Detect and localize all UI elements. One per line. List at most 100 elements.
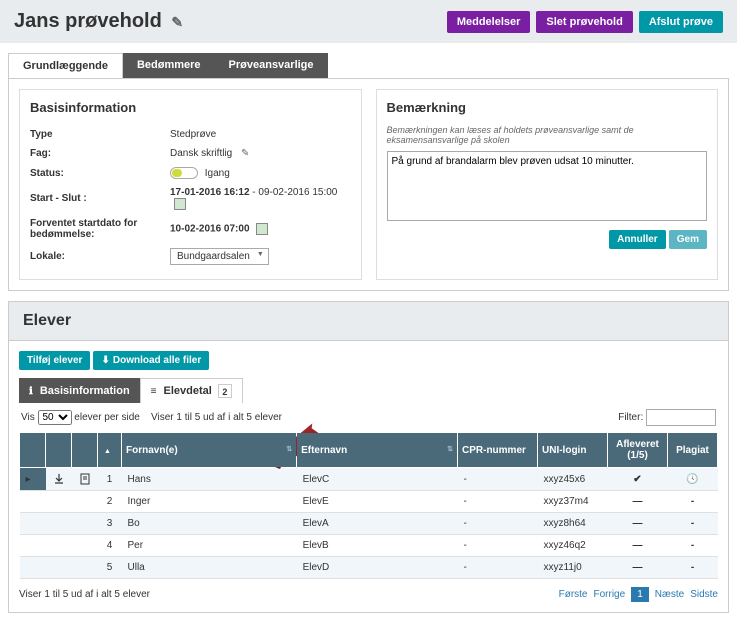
efternavn-cell: ElevE — [297, 491, 458, 513]
subtab-details[interactable]: Elevdetal2 — [140, 378, 243, 403]
cpr-cell: - — [458, 491, 538, 513]
tab-assessors[interactable]: Bedømmere — [123, 53, 215, 78]
page-first[interactable]: Første — [559, 589, 588, 600]
status-label: Status: — [30, 168, 170, 179]
table-row[interactable]: ▸ 1HansElevC-xxyz45x6✔ 🕓 — [20, 468, 718, 491]
lokale-dropdown[interactable]: Bundgaardsalen — [170, 248, 269, 265]
pagination: Første Forrige 1 Næste Sidste — [559, 587, 718, 602]
edit-title-icon[interactable]: ✎ — [171, 14, 183, 30]
subtab-basic[interactable]: Basisinformation — [19, 378, 140, 403]
plagiat-value: - — [691, 496, 694, 507]
efternavn-cell: ElevC — [297, 468, 458, 491]
page-prev[interactable]: Forrige — [594, 589, 626, 600]
bemaerkning-desc: Bemærkningen kan læses af holdets prøvea… — [387, 125, 708, 145]
lokale-label: Lokale: — [30, 251, 170, 262]
start-slut-value: 17-01-2016 16:12 - 09-02-2016 15:00 — [170, 187, 351, 210]
doc-row-icon[interactable] — [72, 491, 98, 513]
tab-responsible[interactable]: Prøveansvarlige — [215, 53, 328, 78]
tab-basic[interactable]: Grundlæggende — [8, 53, 123, 78]
delete-button[interactable]: Slet prøvehold — [536, 11, 632, 33]
row-index: 2 — [98, 491, 122, 513]
per-side-suffix: elever per side — [74, 412, 140, 423]
plagiat-value: - — [691, 518, 694, 529]
bemaerkning-title: Bemærkning — [387, 100, 708, 115]
status-toggle[interactable] — [170, 167, 198, 179]
bemaerkning-textarea[interactable]: På grund af brandalarm blev prøven udsat… — [387, 151, 708, 221]
table-row[interactable]: 4PerElevB-xxyz46q2—- — [20, 535, 718, 557]
uni-cell: xxyz46q2 — [538, 535, 608, 557]
doc-row-icon[interactable] — [72, 557, 98, 579]
plagiat-cell: 🕓 — [668, 468, 718, 491]
doc-row-icon[interactable] — [72, 535, 98, 557]
page-current: 1 — [631, 587, 649, 602]
result-text: Viser 1 til 5 ud af i alt 5 elever — [151, 412, 282, 423]
edit-fag-icon[interactable]: ✎ — [241, 148, 249, 159]
afleveret-cell: — — [608, 557, 668, 579]
filter-label: Filter: — [618, 412, 643, 423]
row-marker: ▸ — [20, 468, 46, 491]
col-plagiat[interactable]: Plagiat — [668, 433, 718, 468]
uni-cell: xxyz37m4 — [538, 491, 608, 513]
afleveret-cell: — — [608, 513, 668, 535]
forventet-value: 10-02-2016 07:00 — [170, 223, 351, 235]
col-marker — [20, 433, 46, 468]
col-fornavn[interactable]: Fornavn(e)⇅ — [122, 433, 297, 468]
badge-count: 2 — [218, 384, 232, 398]
add-students-button[interactable]: Tilføj elever — [19, 351, 90, 370]
efternavn-cell: ElevA — [297, 513, 458, 535]
fornavn-cell: Ulla — [122, 557, 297, 579]
col-afleveret[interactable]: Afleveret (1/5) — [608, 433, 668, 468]
filter-input[interactable] — [646, 409, 716, 426]
type-label: Type — [30, 129, 170, 140]
col-cpr[interactable]: CPR-nummer — [458, 433, 538, 468]
cpr-cell: - — [458, 468, 538, 491]
page-next[interactable]: Næste — [655, 589, 684, 600]
finish-button[interactable]: Afslut prøve — [639, 11, 723, 33]
row-index: 4 — [98, 535, 122, 557]
calendar-icon[interactable] — [174, 198, 186, 210]
col-uni[interactable]: UNI-login — [538, 433, 608, 468]
download-row-icon[interactable] — [46, 491, 72, 513]
doc-row-icon[interactable] — [72, 468, 98, 491]
download-row-icon[interactable] — [46, 535, 72, 557]
plagiat-cell: - — [668, 513, 718, 535]
download-all-button[interactable]: Download alle filer — [93, 351, 209, 370]
save-button[interactable]: Gem — [669, 230, 707, 249]
plagiat-cell: - — [668, 557, 718, 579]
table-row[interactable]: 2IngerElevE-xxyz37m4—- — [20, 491, 718, 513]
cpr-cell: - — [458, 535, 538, 557]
uni-cell: xxyz45x6 — [538, 468, 608, 491]
doc-row-icon[interactable] — [72, 513, 98, 535]
afleveret-cell: ✔ — [608, 468, 668, 491]
plagiat-value: - — [691, 540, 694, 551]
students-table: ▲ Fornavn(e)⇅ Efternavn⇅ CPR-nummer UNI-… — [19, 432, 718, 579]
col-download — [46, 433, 72, 468]
type-value: Stedprøve — [170, 129, 351, 140]
fornavn-cell: Bo — [122, 513, 297, 535]
col-index[interactable]: ▲ — [98, 433, 122, 468]
start-slut-label: Start - Slut : — [30, 193, 170, 204]
row-index: 1 — [98, 468, 122, 491]
plagiat-value: - — [691, 562, 694, 573]
cancel-button[interactable]: Annuller — [609, 230, 666, 249]
page-size-select[interactable]: 50 — [38, 410, 72, 425]
calendar-icon-2[interactable] — [256, 223, 268, 235]
download-row-icon[interactable] — [46, 557, 72, 579]
notifications-button[interactable]: Meddelelser — [447, 11, 531, 33]
footer-result-text: Viser 1 til 5 ud af i alt 5 elever — [19, 589, 150, 600]
clock-icon: 🕓 — [686, 474, 698, 485]
fornavn-cell: Hans — [122, 468, 297, 491]
fag-label: Fag: — [30, 148, 170, 159]
row-index: 3 — [98, 513, 122, 535]
table-row[interactable]: 3BoElevA-xxyz8h64—- — [20, 513, 718, 535]
table-row[interactable]: 5UllaElevD-xxyz11j0—- — [20, 557, 718, 579]
cpr-cell: - — [458, 557, 538, 579]
download-row-icon[interactable] — [46, 513, 72, 535]
cpr-cell: - — [458, 513, 538, 535]
afleveret-cell: — — [608, 491, 668, 513]
download-row-icon[interactable] — [46, 468, 72, 491]
page-last[interactable]: Sidste — [690, 589, 718, 600]
col-efternavn[interactable]: Efternavn⇅ — [297, 433, 458, 468]
row-index: 5 — [98, 557, 122, 579]
efternavn-cell: ElevB — [297, 535, 458, 557]
